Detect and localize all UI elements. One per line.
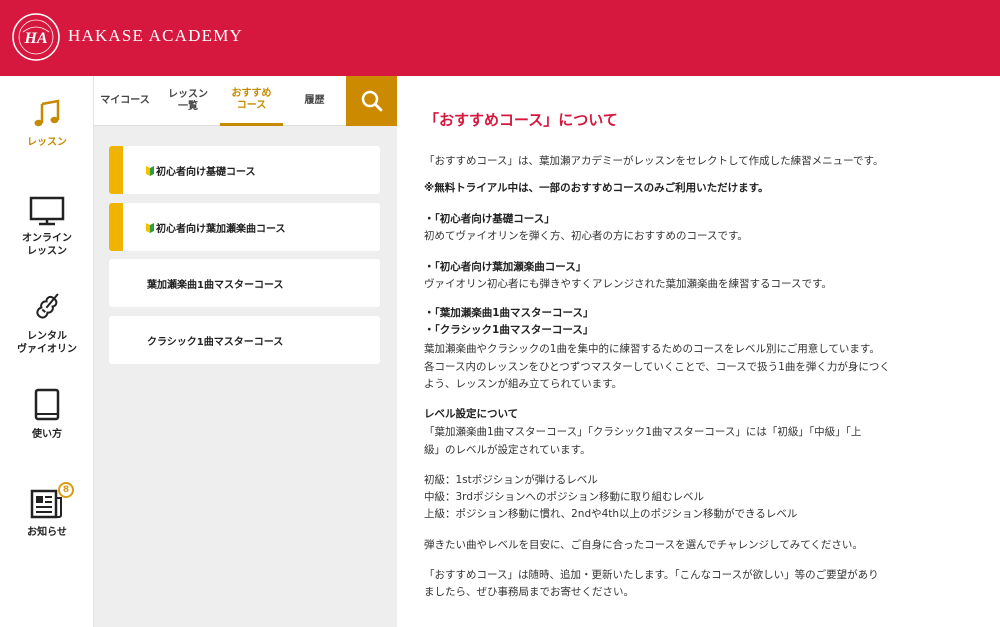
section-body-beginner-basic: 初めてヴァイオリンを弾く方、初心者の方におすすめのコースです。 [424,230,748,242]
tab-lesson-list[interactable]: レッスン 一覧 [156,76,220,126]
section-title-classic-master: ・「クラシック1曲マスターコース」 [424,324,594,336]
tab-my-course[interactable]: マイコース [94,76,156,126]
course-card-classic-master[interactable]: クラシック1曲マスターコース [109,316,380,364]
nav-label-how-to-use: 使い方 [32,429,62,440]
level-setting-title: レベル設定について [424,408,519,420]
course-label: 葉加瀬楽曲1曲マスターコース [147,280,284,291]
course-card-beginner-hakase[interactable]: 初心者向け葉加瀬楽曲コース [109,203,380,251]
music-note-icon [34,99,60,127]
level-setting-body-2: 級」のレベルが設定されています。 [424,444,591,456]
section-body-master-2: 各コース内のレッスンをひとつずつマスターしていくことで、コースで扱う1曲を弾く力… [424,361,890,373]
section-body-master-3: よう、レッスンが組み立てられています。 [424,378,623,390]
nav-label-rental-violin: レンタル ヴァイオリン [17,331,77,355]
section-title-hakase-master: ・「葉加瀬楽曲1曲マスターコース」 [424,307,594,319]
level-advanced: 上級：ポジション移動に慣れ、2ndや4th以上のポジション移動ができるレベル [424,508,798,520]
nav-item-online-lesson[interactable]: オンライン レッスン [0,196,94,258]
nav-label-lesson: レッスン [27,137,67,148]
course-accent-bar [109,146,123,194]
course-description: 「おすすめコース」について 「おすすめコース」は、葉加瀬アカデミーがレッスンをセ… [397,76,1000,627]
nav-label-online-lesson: オンライン レッスン [22,233,72,257]
course-label: 初心者向け葉加瀬楽曲コース [156,224,286,235]
search-button[interactable] [346,76,397,126]
svg-text:HA: HA [23,30,47,47]
closing-text-2: ましたら、ぜひ事務局までお寄せください。 [424,586,634,598]
level-beginner: 初級：1stポジションが弾けるレベル [424,474,598,486]
section-title-beginner-basic: ・「初心者向け基礎コース」 [424,213,555,225]
left-nav: レッスン オンライン レッスン レンタル ヴァイオリン 使い方 8 お知らせ [0,76,94,627]
app-header: HA HAKASE ACADEMY [0,0,1000,76]
trial-notice: ※無料トライアル中は、一部のおすすめコースのみご利用いただけます。 [424,182,769,194]
nav-item-lesson[interactable]: レッスン [0,98,94,149]
monitor-icon [29,196,65,226]
search-icon [361,90,382,112]
news-count-badge: 8 [58,482,74,498]
tab-recommended-course[interactable]: おすすめ コース [220,76,283,126]
beginner-mark-icon [146,223,154,233]
hakase-academy-logo[interactable]: HA [11,12,61,62]
choose-course-text: 弾きたい曲やレベルを目安に、ご自身に合ったコースを選んでチャレンジしてみてくださ… [424,539,863,551]
book-icon [34,388,60,421]
tab-history[interactable]: 履歴 [283,76,346,126]
level-intermediate: 中級：3rdポジションへのポジション移動に取り組むレベル [424,491,704,503]
nav-item-rental-violin[interactable]: レンタル ヴァイオリン [0,290,94,356]
course-tabs: マイコース レッスン 一覧 おすすめ コース 履歴 [94,76,397,126]
beginner-mark-icon [146,166,154,176]
nav-item-news[interactable]: 8 お知らせ [0,482,94,539]
level-setting-body-1: 「葉加瀬楽曲1曲マスターコース」「クラシック1曲マスターコース」には「初級」「中… [424,426,862,438]
violin-icon [36,293,59,319]
course-card-hakase-master[interactable]: 葉加瀬楽曲1曲マスターコース [109,259,380,307]
closing-text-1: 「おすすめコース」は随時、追加・更新いたします。「こんなコースが欲しい」等のご要… [424,569,879,581]
nav-label-news: お知らせ [27,527,67,538]
intro-text: 「おすすめコース」は、葉加瀬アカデミーがレッスンをセレクトして作成した練習メニュ… [424,155,884,167]
section-body-master-1: 葉加瀬楽曲やクラシックの1曲を集中的に練習するためのコースをレベル別にご用意して… [424,343,880,355]
course-label: クラシック1曲マスターコース [147,337,284,348]
course-accent-bar [109,203,123,251]
nav-item-how-to-use[interactable]: 使い方 [0,388,94,441]
course-panel: マイコース レッスン 一覧 おすすめ コース 履歴 初心者向け基礎コース 初心者… [94,76,397,627]
course-label: 初心者向け基礎コース [156,167,256,178]
page-title: 「おすすめコース」について [424,111,618,129]
section-body-beginner-hakase: ヴァイオリン初心者にも弾きやすくアレンジされた葉加瀬楽曲を練習するコースです。 [424,278,832,290]
brand-name: HAKASE ACADEMY [68,26,244,45]
section-title-beginner-hakase: ・「初心者向け葉加瀬楽曲コース」 [424,261,587,273]
course-card-beginner-basic[interactable]: 初心者向け基礎コース [109,146,380,194]
